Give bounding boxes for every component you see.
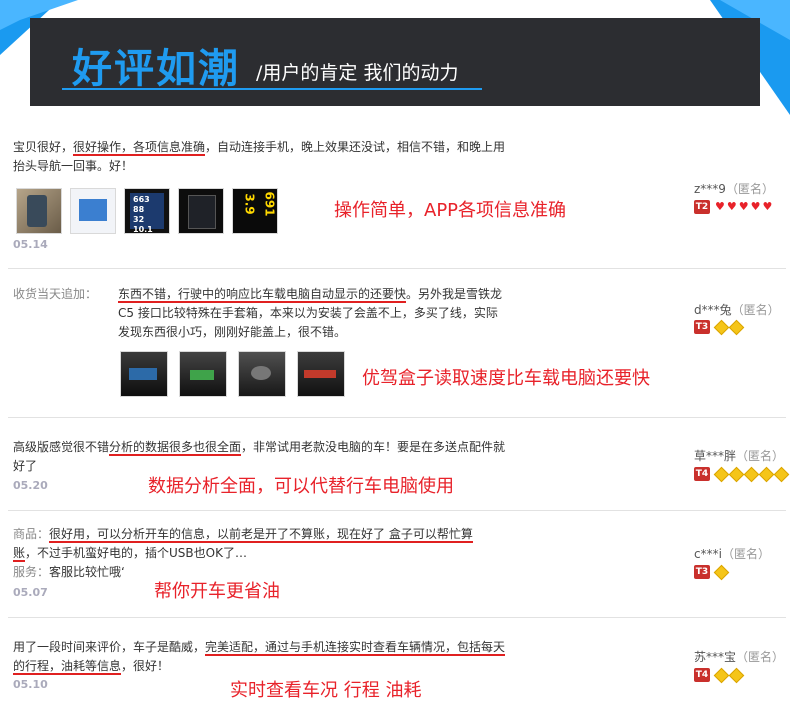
diamond-icon bbox=[713, 466, 730, 482]
review-highlight: 帮你开车更省油 bbox=[154, 581, 280, 602]
header-banner: 好评如潮 /用户的肯定 我们的动力 bbox=[0, 0, 790, 115]
diamond-icon bbox=[713, 564, 730, 580]
reviewer-name[interactable]: 草***胖（匿名） bbox=[694, 447, 784, 464]
review-photo[interactable]: 663 88 32 10.1 bbox=[124, 188, 170, 234]
review-photo[interactable] bbox=[16, 188, 62, 234]
reviewer-name[interactable]: 苏***宝（匿名） bbox=[694, 648, 784, 665]
reviewer-name[interactable]: z***9（匿名） bbox=[694, 180, 774, 197]
reviewer-badges: T2 ♥ ♥ ♥ ♥ ♥ bbox=[694, 200, 772, 214]
diamond-icon bbox=[713, 667, 730, 683]
reviewer-badges: T3 bbox=[694, 564, 730, 580]
diamond-icon bbox=[728, 466, 745, 482]
level-badge: T4 bbox=[694, 668, 710, 682]
review-photo[interactable] bbox=[297, 351, 345, 397]
review-photo[interactable] bbox=[178, 188, 224, 234]
diamond-icon bbox=[713, 319, 730, 335]
heart-icon: ♥ bbox=[750, 200, 761, 213]
reviewer-badges: T3 bbox=[694, 319, 745, 335]
level-badge: T3 bbox=[694, 565, 710, 579]
level-badge: T3 bbox=[694, 320, 710, 334]
review-photo[interactable] bbox=[238, 351, 286, 397]
review-highlight: 优驾盒子读取速度比车载电脑还要快 bbox=[362, 368, 650, 389]
review-item: 用了一段时间来评价，车子是酷威，完美适配，通过与手机连接实时查看车辆情况，包括每… bbox=[8, 618, 786, 709]
review-date: 05.10 bbox=[13, 678, 48, 691]
review-photos bbox=[120, 351, 345, 397]
review-photo[interactable] bbox=[120, 351, 168, 397]
diamond-icon bbox=[743, 466, 760, 482]
review-highlight: 实时查看车况 行程 油耗 bbox=[230, 680, 422, 701]
review-highlight: 数据分析全面，可以代替行车电脑使用 bbox=[148, 476, 454, 497]
reviewer-name[interactable]: d***兔（匿名） bbox=[694, 301, 780, 318]
review-photo[interactable] bbox=[179, 351, 227, 397]
review-item: 高级版感觉很不错分析的数据很多也很全面，非常试用老款没电脑的车！要是在多送点配件… bbox=[8, 418, 790, 511]
review-highlight: 操作简单，APP各项信息准确 bbox=[334, 200, 567, 221]
heart-icon: ♥ bbox=[738, 200, 749, 213]
heart-icon: ♥ bbox=[715, 200, 725, 213]
review-item: 商品：很好用，可以分析开车的信息，以前老是开了不算账，现在好了 盒子可以帮忙算 … bbox=[8, 511, 786, 618]
review-date: 05.20 bbox=[13, 479, 48, 492]
review-text: 宝贝很好，很好操作，各项信息准确，自动连接手机，晚上效果还没试，相信不错，和晚上… bbox=[13, 140, 506, 173]
review-photo[interactable] bbox=[70, 188, 116, 234]
reviewer-name[interactable]: c***i（匿名） bbox=[694, 545, 770, 562]
diamond-icon bbox=[758, 466, 775, 482]
review-text: 东西不错，行驶中的响应比车载电脑自动显示的还要快。另外我是雪铁龙 C5 接口比较… bbox=[118, 287, 503, 339]
page-subtitle: /用户的肯定 我们的动力 bbox=[256, 62, 459, 84]
review-photos: 663 88 32 10.1 3.9 691 bbox=[16, 188, 278, 234]
reviewer-badges: T4 bbox=[694, 667, 745, 683]
diamond-icon bbox=[728, 667, 745, 683]
heart-icon: ♥ bbox=[726, 200, 737, 213]
review-text: 用了一段时间来评价，车子是酷威，完美适配，通过与手机连接实时查看车辆情况，包括每… bbox=[13, 640, 506, 675]
diamond-icon bbox=[728, 319, 745, 335]
review-item: 收货当天追加： 东西不错，行驶中的响应比车载电脑自动显示的还要快。另外我是雪铁龙… bbox=[8, 269, 786, 418]
title-underline bbox=[62, 88, 482, 90]
followup-label: 收货当天追加： bbox=[13, 287, 98, 301]
review-text: 商品：很好用，可以分析开车的信息，以前老是开了不算账，现在好了 盒子可以帮忙算 … bbox=[13, 527, 473, 579]
review-item: 宝贝很好，很好操作，各项信息准确，自动连接手机，晚上效果还没试，相信不错，和晚上… bbox=[8, 126, 786, 269]
page-title: 好评如潮 bbox=[72, 46, 240, 92]
review-date: 05.14 bbox=[13, 238, 48, 251]
review-text: 高级版感觉很不错分析的数据很多也很全面，非常试用老款没电脑的车！要是在多送点配件… bbox=[13, 440, 506, 473]
review-date: 05.07 bbox=[13, 586, 48, 599]
level-badge: T4 bbox=[694, 467, 710, 481]
reviewer-badges: T4 bbox=[694, 466, 790, 482]
review-photo[interactable]: 3.9 691 bbox=[232, 188, 278, 234]
level-badge: T2 bbox=[694, 200, 710, 214]
diamond-icon bbox=[773, 466, 790, 482]
heart-icon: ♥ bbox=[762, 200, 773, 213]
